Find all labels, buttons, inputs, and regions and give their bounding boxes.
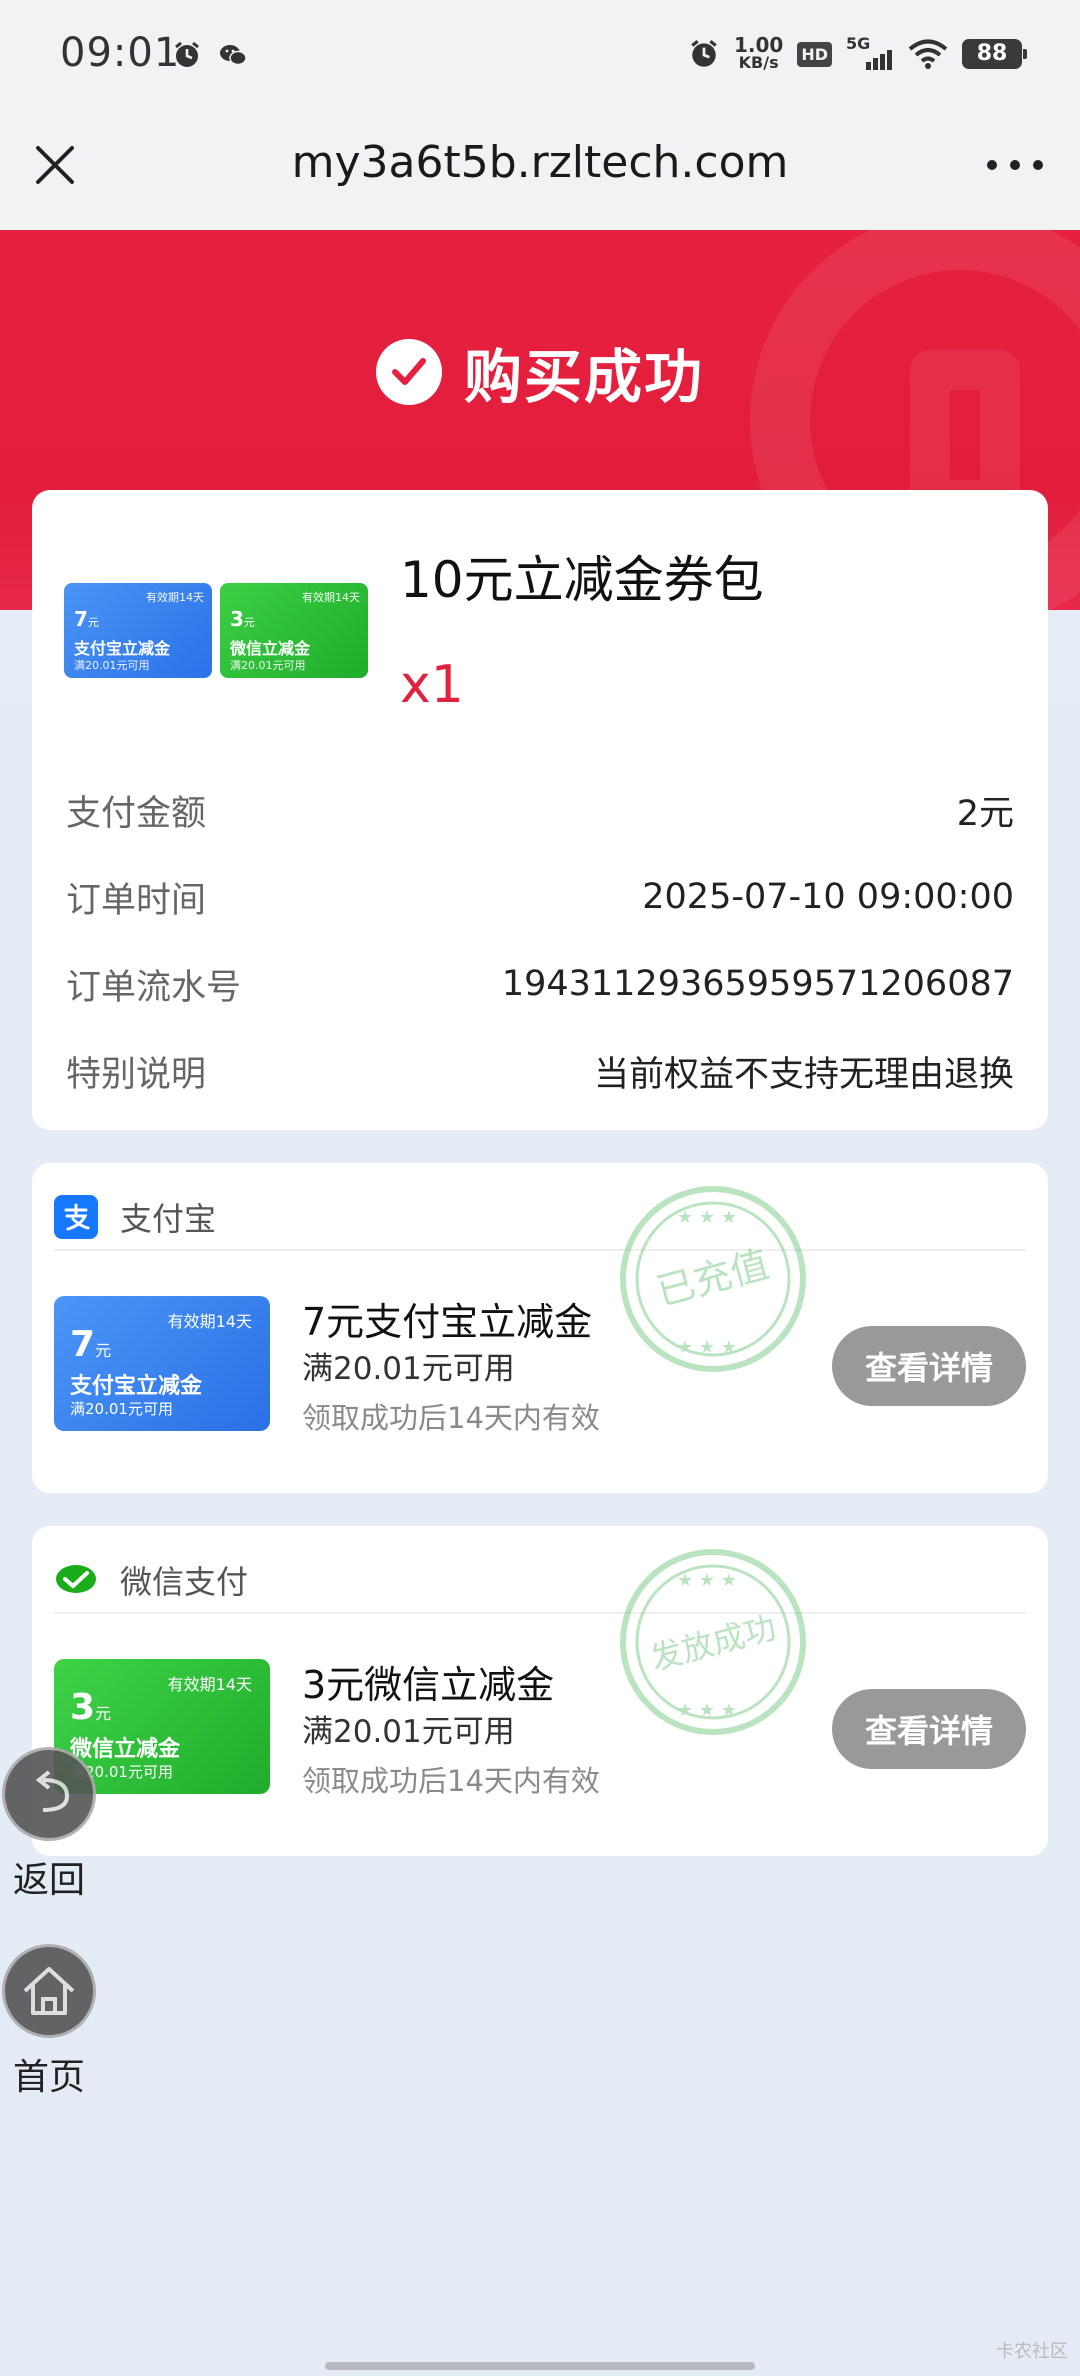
voucher-card-wechat: 微信支付 ★ ★ ★ ★ ★ ★ 发放成功 有效期14天 3元 微信立减金 满2… xyxy=(32,1526,1048,1856)
hd-badge: HD xyxy=(797,41,832,67)
voucher-validity-note: 领取成功后14天内有效 xyxy=(302,1401,600,1435)
status-time: 09:01 xyxy=(60,30,181,76)
voucher-title: 7元支付宝立减金 xyxy=(302,1300,593,1344)
voucher-title: 3元微信立减金 xyxy=(302,1663,555,1707)
network-speed: 1.00 KB/s xyxy=(733,33,784,72)
home-indicator[interactable] xyxy=(325,2362,755,2370)
mini-coupon-wechat: 有效期14天 3元 微信立减金 满20.01元可用 xyxy=(220,583,368,678)
home-label: 首页 xyxy=(12,2057,85,2098)
voucher-condition: 满20.01元可用 xyxy=(302,1714,515,1750)
back-label: 返回 xyxy=(12,1860,85,1901)
view-details-button-alipay[interactable]: 查看详情 xyxy=(832,1326,1026,1406)
info-row-order-time: 订单时间 2025-07-10 09:00:00 xyxy=(66,877,1014,921)
alarm-icon xyxy=(691,39,717,67)
battery-indicator: 88 xyxy=(962,39,1027,69)
watermark: 卡农社区 xyxy=(996,2341,1068,2362)
order-card: 有效期14天 7元 支付宝立减金 满20.01元可用 有效期14天 3元 微信立… xyxy=(32,490,1048,1130)
banner-title: 购买成功 xyxy=(463,343,704,411)
info-row-payment: 支付金额 2元 xyxy=(66,793,1014,834)
browser-title-bar: my3a6t5b.rzltech.com xyxy=(0,115,1080,230)
svg-text:发放成功: 发放成功 xyxy=(647,1608,780,1678)
provider-name: 支付宝 xyxy=(120,1200,217,1238)
info-row-serial: 订单流水号 19431129365959571206087 xyxy=(66,964,1014,1008)
status-bar: 09:01 1.00 KB/s HD 5G 88 xyxy=(0,0,1080,115)
success-check-icon xyxy=(375,339,442,405)
product-image: 有效期14天 7元 支付宝立减金 满20.01元可用 有效期14天 3元 微信立… xyxy=(64,583,368,678)
info-row-note: 特别说明 当前权益不支持无理由退换 xyxy=(66,1054,1014,1095)
coupon-image-alipay: 有效期14天 7元 支付宝立减金 满20.01元可用 xyxy=(54,1296,270,1431)
svg-text:★ ★ ★: ★ ★ ★ xyxy=(677,1337,737,1358)
signal-icon: 5G xyxy=(846,34,894,72)
provider-name: 微信支付 xyxy=(120,1563,249,1601)
issued-stamp: ★ ★ ★ ★ ★ ★ 发放成功 xyxy=(620,1549,806,1735)
recharged-stamp: ★ ★ ★ ★ ★ ★ 已充值 xyxy=(620,1186,806,1372)
voucher-validity-note: 领取成功后14天内有效 xyxy=(302,1764,600,1798)
back-button[interactable]: 返回 xyxy=(2,1747,96,1903)
wechat-notification-icon xyxy=(220,45,247,66)
product-title: 10元立减金券包 xyxy=(400,551,764,609)
page: 09:01 1.00 KB/s HD 5G 88 my3a6t5b.rzltec… xyxy=(0,0,1080,2376)
alipay-logo-icon xyxy=(54,1195,98,1239)
home-button[interactable]: 首页 xyxy=(2,1944,96,2100)
svg-text:★ ★ ★: ★ ★ ★ xyxy=(677,1700,737,1721)
mini-coupon-alipay: 有效期14天 7元 支付宝立减金 满20.01元可用 xyxy=(64,583,212,678)
voucher-card-alipay: 支付宝 ★ ★ ★ ★ ★ ★ 已充值 有效期14天 7元 支付宝立减金 满20… xyxy=(32,1163,1048,1493)
back-icon xyxy=(2,1747,96,1841)
product-quantity: x1 xyxy=(400,655,464,715)
page-url: my3a6t5b.rzltech.com xyxy=(291,137,789,188)
svg-text:已充值: 已充值 xyxy=(652,1242,774,1314)
wifi-icon xyxy=(908,39,948,69)
svg-text:★ ★ ★: ★ ★ ★ xyxy=(677,1570,737,1591)
more-options-icon[interactable] xyxy=(980,145,1050,185)
svg-text:★ ★ ★: ★ ★ ★ xyxy=(677,1207,737,1228)
voucher-condition: 满20.01元可用 xyxy=(302,1351,515,1387)
view-details-button-wechat[interactable]: 查看详情 xyxy=(832,1689,1026,1769)
voucher-header: 微信支付 xyxy=(54,1548,1026,1614)
voucher-header: 支付宝 xyxy=(54,1185,1026,1251)
wechat-pay-logo-icon xyxy=(54,1558,98,1602)
home-icon xyxy=(2,1944,96,2038)
alarm-icon xyxy=(175,41,199,67)
